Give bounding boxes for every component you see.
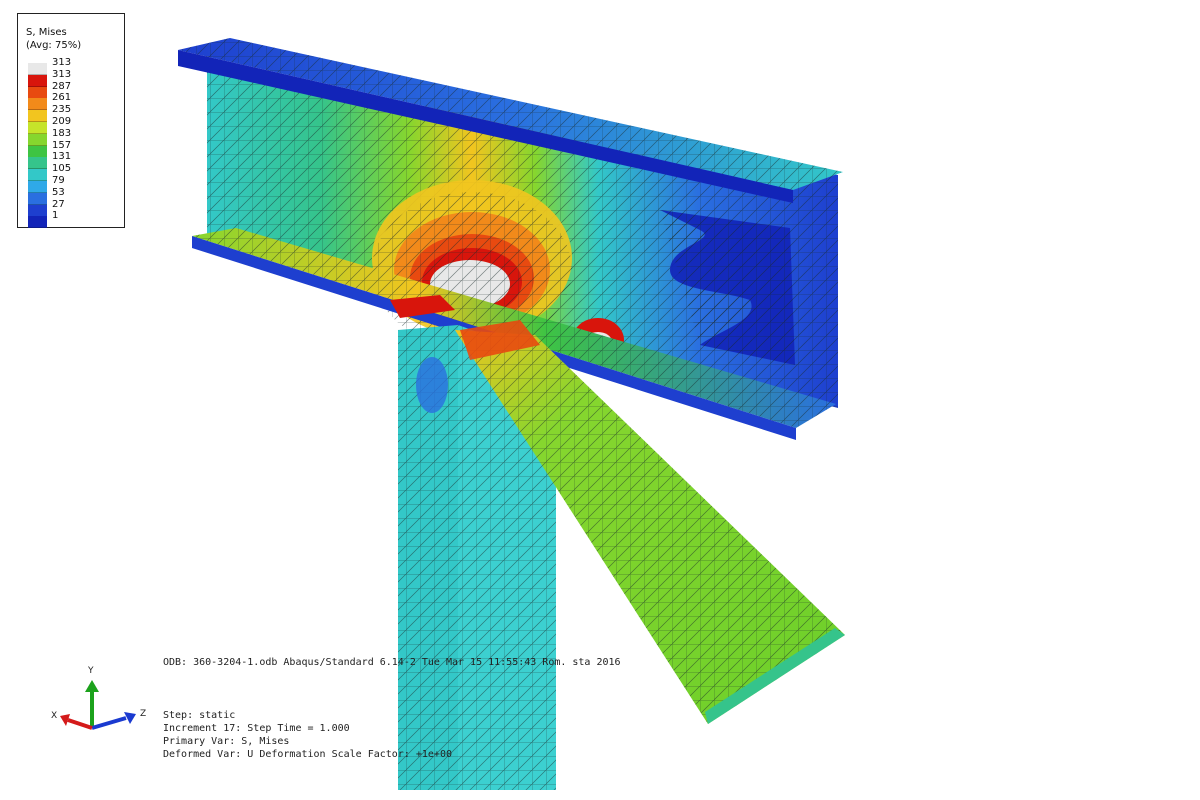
legend-value: 235 <box>52 104 72 116</box>
increment-info-line: Increment 17: Step Time = 1.000 <box>163 723 350 734</box>
legend-value: 183 <box>52 127 72 139</box>
legend-value: 79 <box>52 175 65 186</box>
triad-y-label: Y <box>88 666 94 676</box>
legend-swatch <box>28 192 47 205</box>
legend-swatch <box>28 86 47 99</box>
legend-swatch <box>28 133 47 146</box>
legend-swatch <box>28 204 47 217</box>
legend-swatch <box>28 145 47 158</box>
legend-swatch <box>28 216 47 229</box>
legend-value: 53 <box>52 186 65 198</box>
triad-z-label: Z <box>140 709 147 719</box>
legend-value: 287 <box>52 80 72 92</box>
legend-value: 313 <box>52 68 72 80</box>
legend-swatch <box>28 169 47 182</box>
triad-x-label: X <box>51 711 58 721</box>
coordinate-triad <box>60 680 136 730</box>
legend-value: 105 <box>52 163 72 175</box>
fea-viewport[interactable] <box>0 0 1200 800</box>
legend-swatch <box>28 122 47 134</box>
legend-value: 131 <box>52 151 72 163</box>
primary-var-line: Primary Var: S, Mises <box>163 736 290 747</box>
legend-value: 157 <box>52 139 72 151</box>
legend-swatch <box>28 98 47 111</box>
legend-value: 313 <box>52 57 72 68</box>
legend-title: S, Mises <box>26 27 67 38</box>
stress-legend: S, Mises (Avg: 75%) 313 313 287 261 235 209 18… <box>17 13 125 229</box>
odb-info-line: ODB: 360-3204-1.odb Abaqus/Standard 6.14… <box>163 657 621 668</box>
deformed-var-line: Deformed Var: U Deformation Scale Factor… <box>163 749 452 760</box>
legend-swatch <box>28 63 47 75</box>
legend-swatch <box>28 110 47 123</box>
legend-value: 209 <box>52 116 72 127</box>
legend-value: 1 <box>52 210 59 222</box>
step-info-line: Step: static <box>163 710 236 721</box>
legend-swatch <box>28 181 47 193</box>
legend-swatch <box>28 74 47 87</box>
legend-subtitle: (Avg: 75%) <box>26 40 82 51</box>
legend-swatch <box>28 157 47 170</box>
legend-value: 261 <box>52 92 72 104</box>
legend-value: 27 <box>52 198 65 210</box>
